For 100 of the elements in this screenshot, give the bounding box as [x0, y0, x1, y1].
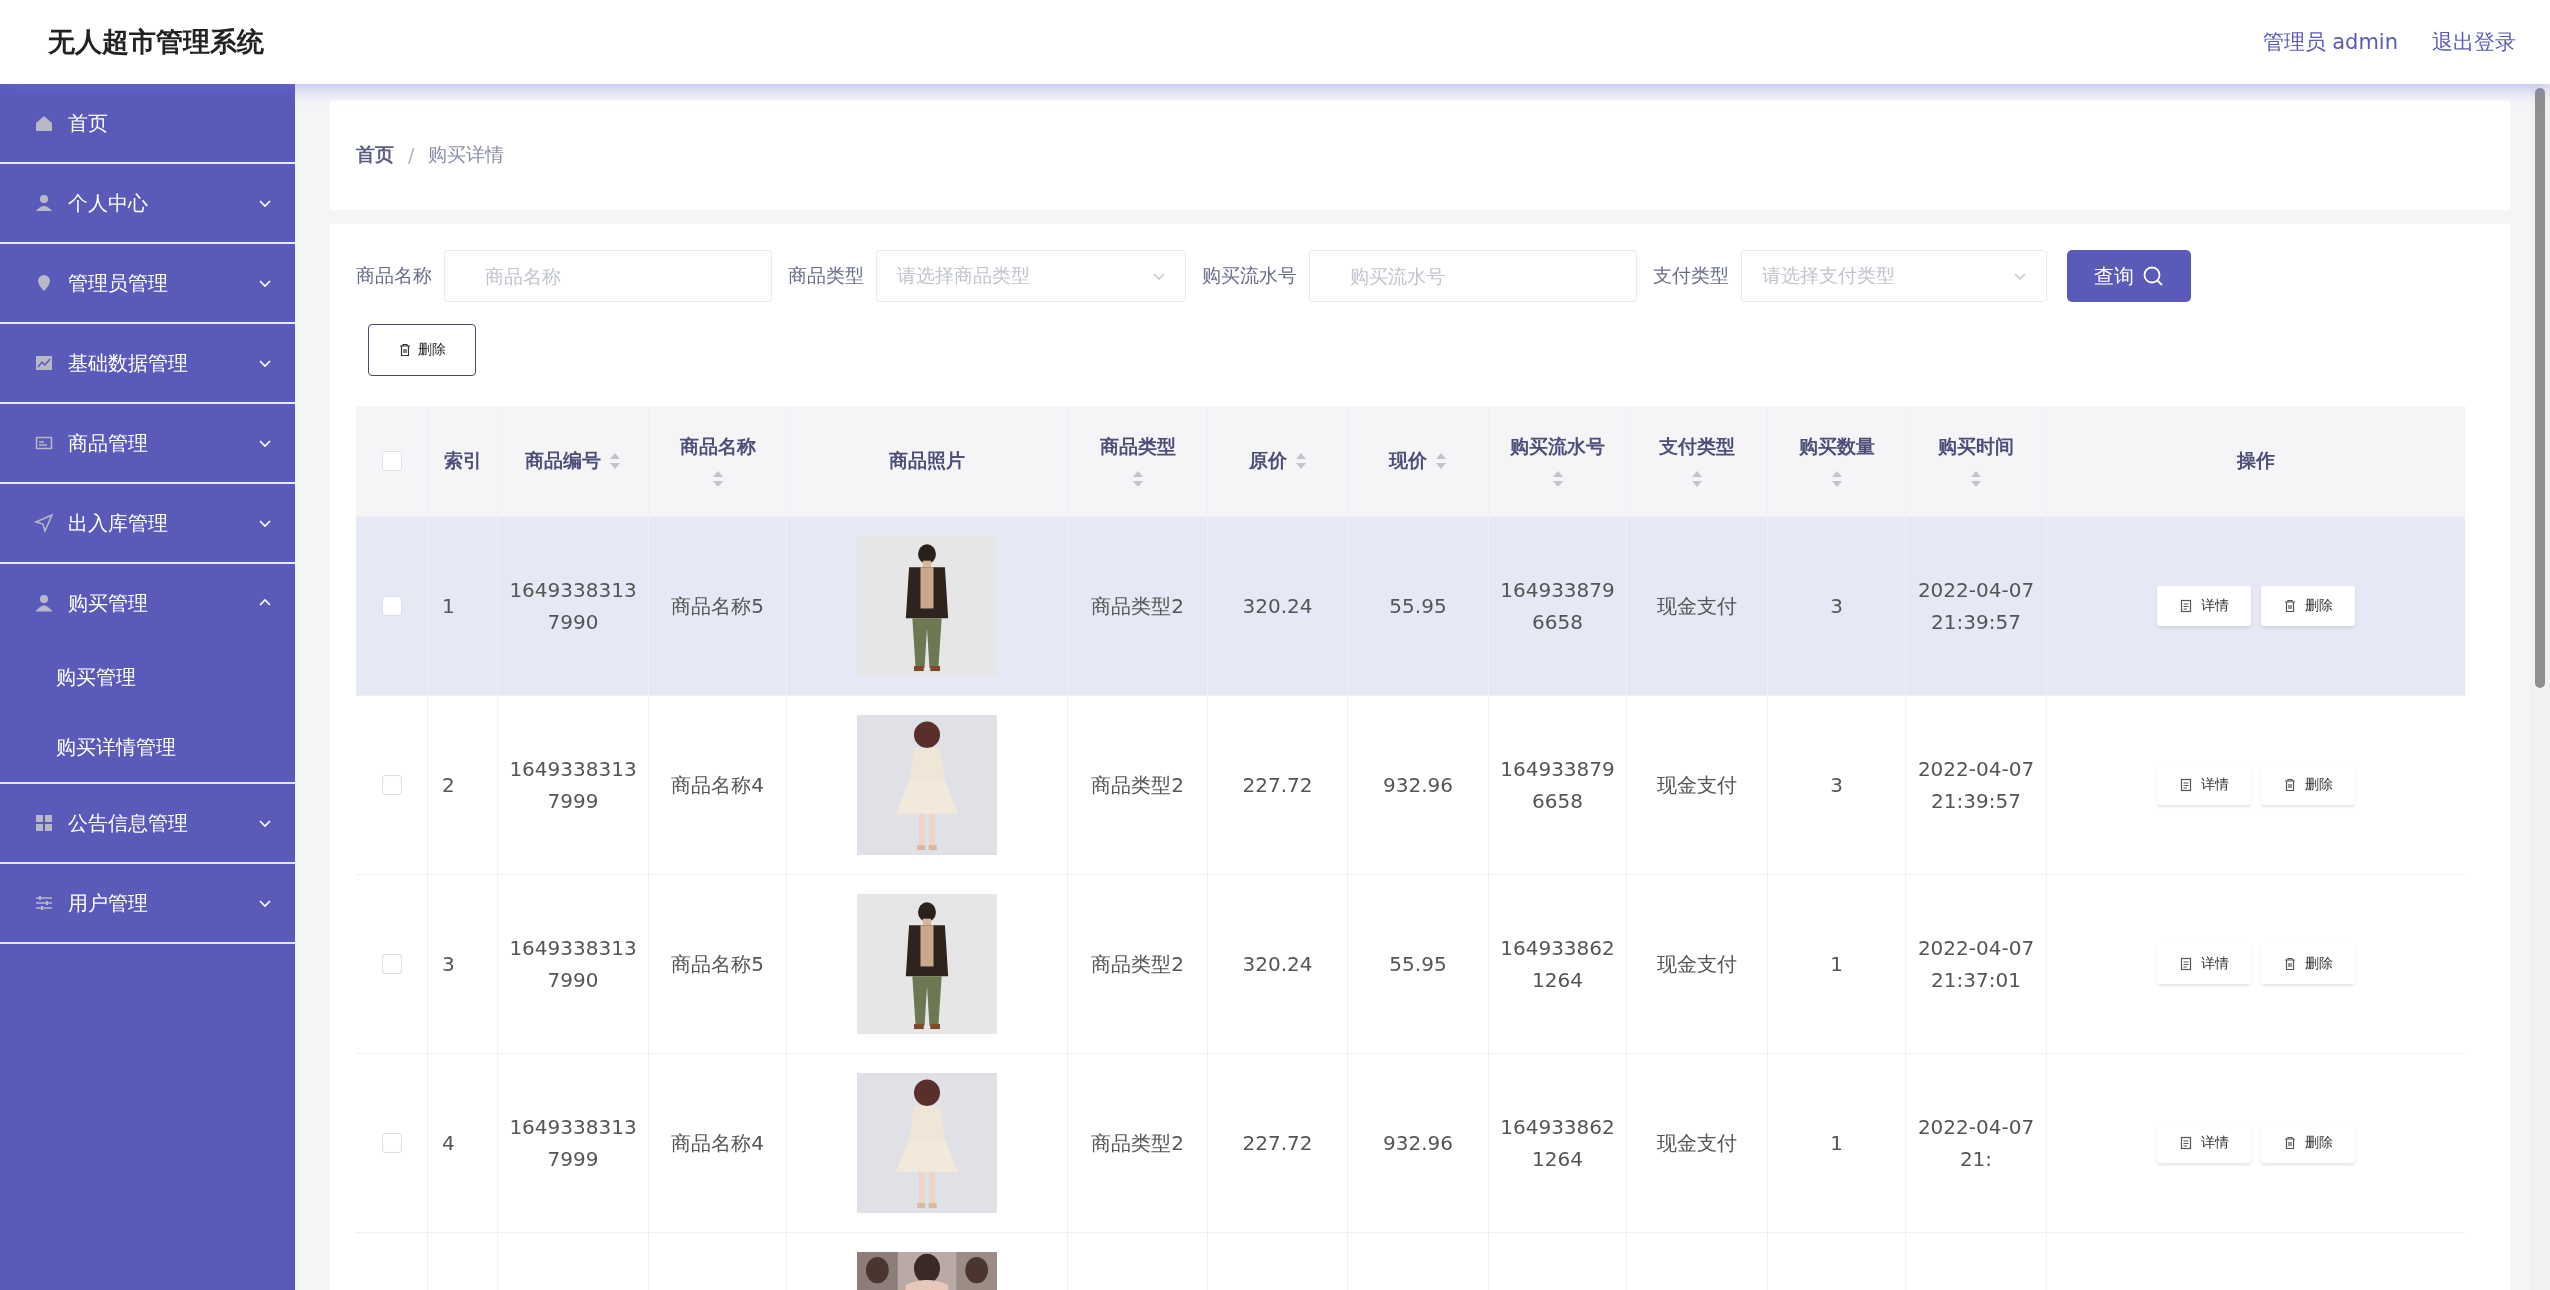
sliders-icon — [34, 893, 54, 913]
trash-icon — [398, 343, 412, 357]
table-cell-text: 商品类型2 — [1091, 772, 1184, 799]
column-header[interactable]: 操作 — [2236, 448, 2275, 474]
breadcrumb-current: 购买详情 — [428, 142, 505, 167]
checkbox[interactable] — [381, 954, 402, 974]
details-button[interactable]: 详情 — [2157, 944, 2251, 984]
table-row[interactable]: 2 1649338313 7999 商品名称4 商品类型2 227.72 932.96 164933879 6658 现金支付 3 2022-04-07 21:39:57 详情 删除 — [356, 696, 2465, 875]
submenu-item[interactable]: 购买管理 — [0, 642, 295, 712]
column-header[interactable]: 购买数量 — [1798, 434, 1875, 460]
app-title: 无人超市管理系统 — [48, 25, 264, 59]
table-cell-text: 55.95 — [1389, 593, 1447, 620]
delete-button[interactable]: 删除 — [2261, 765, 2355, 805]
details-button[interactable]: 详情 — [2157, 586, 2251, 626]
menu-item[interactable]: 个人中心 — [0, 164, 295, 242]
table-cell-text: 932.96 — [1383, 772, 1453, 799]
table-cell-text: 164933862 1264 — [1500, 935, 1615, 994]
table-cell-text: 1649338313 7999 — [509, 756, 637, 815]
column-header[interactable]: 商品编号 — [525, 448, 601, 474]
table-cell-text: 商品名称5 — [671, 593, 764, 620]
table-cell-text: 2 — [442, 772, 455, 799]
column-header[interactable]: 原价 — [1248, 448, 1287, 474]
table-cell-text: 2022-04-07 21:37:01 — [1917, 935, 2035, 994]
checkbox[interactable] — [381, 775, 402, 795]
menu-item[interactable]: 购买管理 — [0, 564, 295, 642]
table-cell-text: 1 — [1830, 1130, 1843, 1157]
filter-label: 购买流水号 — [1202, 263, 1297, 288]
home-icon — [34, 113, 54, 133]
table-cell-text: 1649338313 7990 — [509, 935, 637, 994]
table-cell-text: 3 — [442, 951, 455, 978]
delete-button[interactable]: 删除 — [2261, 1123, 2355, 1163]
table-row[interactable]: 3 1649338313 7990 商品名称5 商品类型2 320.24 55.95 164933862 1264 现金支付 1 2022-04-07 21:37:01 详情 删除 — [356, 875, 2465, 1054]
scrollbar[interactable] — [2535, 88, 2545, 688]
table-cell-text: 商品名称5 — [671, 951, 764, 978]
breadcrumb-link[interactable]: 首页 — [356, 142, 394, 168]
checkbox[interactable] — [381, 596, 402, 616]
table-row[interactable]: 4 1649338313 7999 商品名称4 商品类型2 227.72 932.96 164933862 1264 现金支付 1 2022-04-07 21: 详情 删除 — [356, 1054, 2465, 1233]
column-header[interactable]: 商品类型 — [1099, 434, 1176, 460]
table-cell-text: 55.95 — [1389, 951, 1447, 978]
table-cell-text: 227.72 — [1242, 772, 1313, 799]
table-cell-text: 现金支付 — [1657, 593, 1737, 620]
filter-label: 商品类型 — [788, 263, 864, 288]
menu-item[interactable]: 首页 — [0, 84, 295, 162]
table-cell-text: 商品名称4 — [671, 1130, 764, 1157]
table-cell-text: 932.96 — [1383, 1130, 1453, 1157]
column-header[interactable]: 商品照片 — [889, 448, 965, 474]
menu-item[interactable]: 基础数据管理 — [0, 324, 295, 402]
search-button[interactable]: 查询 — [2067, 250, 2191, 302]
breadcrumb-separator: / — [408, 144, 415, 166]
filter-label: 商品名称 — [356, 263, 432, 288]
checkbox[interactable] — [381, 1133, 402, 1153]
menu-item[interactable]: 用户管理 — [0, 864, 295, 942]
admin-label: 管理员 admin — [2262, 29, 2398, 56]
column-header[interactable]: 购买流水号 — [1510, 434, 1605, 460]
table-cell-text: 320.24 — [1242, 951, 1313, 978]
table-cell-text: 1 — [442, 593, 455, 620]
trash-icon — [2283, 778, 2297, 792]
table-cell-text: 3 — [1830, 593, 1843, 620]
table-cell-text: 现金支付 — [1657, 772, 1737, 799]
table-cell-text: 商品类型2 — [1091, 593, 1184, 620]
table-cell-text: 商品类型2 — [1091, 951, 1184, 978]
table-cell-text: 227.72 — [1242, 1130, 1313, 1157]
table-cell-text: 164933879 6658 — [1500, 577, 1615, 636]
table-cell-text: 1 — [1830, 951, 1843, 978]
document-icon — [2179, 1136, 2193, 1150]
logout-link[interactable]: 退出登录 — [2432, 28, 2516, 56]
menu-item[interactable]: 管理员管理 — [0, 244, 295, 322]
trash-icon — [2283, 957, 2297, 971]
document-icon — [2179, 957, 2193, 971]
input-field[interactable]: 购买流水号 — [1309, 250, 1637, 302]
table-cell-text: 1649338313 7990 — [509, 577, 637, 636]
table-cell-text: 现金支付 — [1657, 951, 1737, 978]
table-cell-text: 4 — [442, 1130, 455, 1157]
column-header[interactable]: 现价 — [1389, 448, 1427, 474]
delete-button[interactable]: 删除 — [2261, 586, 2355, 626]
delete-button[interactable]: 删除 — [2261, 944, 2355, 984]
checkbox[interactable] — [381, 451, 402, 471]
filter-label: 支付类型 — [1653, 263, 1729, 288]
input-field[interactable]: 商品名称 — [444, 250, 772, 302]
table-cell-text: 320.24 — [1242, 593, 1313, 620]
table-cell-text: 164933879 6658 — [1500, 756, 1615, 815]
column-header[interactable]: 支付类型 — [1659, 434, 1735, 460]
details-button[interactable]: 详情 — [2157, 765, 2251, 805]
menu-item[interactable]: 商品管理 — [0, 404, 295, 482]
table-row[interactable]: 1 1649338313 7990 商品名称5 商品类型2 320.24 55.95 164933879 6658 现金支付 3 2022-04-07 21:39:57 详情 删除 — [356, 517, 2465, 696]
details-button[interactable]: 详情 — [2157, 1123, 2251, 1163]
delete-button[interactable]: 删除 — [368, 324, 476, 376]
table-cell-text: 2022-04-07 21: — [1917, 1114, 2035, 1173]
table-cell-text: 2022-04-07 21:39:57 — [1917, 756, 2035, 815]
chart-icon — [34, 353, 54, 373]
menu-item[interactable]: 公告信息管理 — [0, 784, 295, 862]
send-icon — [34, 513, 54, 533]
column-header[interactable]: 索引 — [443, 448, 482, 474]
table-cell-text: 现金支付 — [1657, 1130, 1737, 1157]
menu-item[interactable]: 出入库管理 — [0, 484, 295, 562]
table-cell-text: 164933862 1264 — [1500, 1114, 1615, 1173]
column-header[interactable]: 购买时间 — [1938, 434, 2014, 460]
submenu-item[interactable]: 购买详情管理 — [0, 712, 295, 782]
document-icon — [2179, 599, 2193, 613]
column-header[interactable]: 商品名称 — [679, 434, 756, 460]
